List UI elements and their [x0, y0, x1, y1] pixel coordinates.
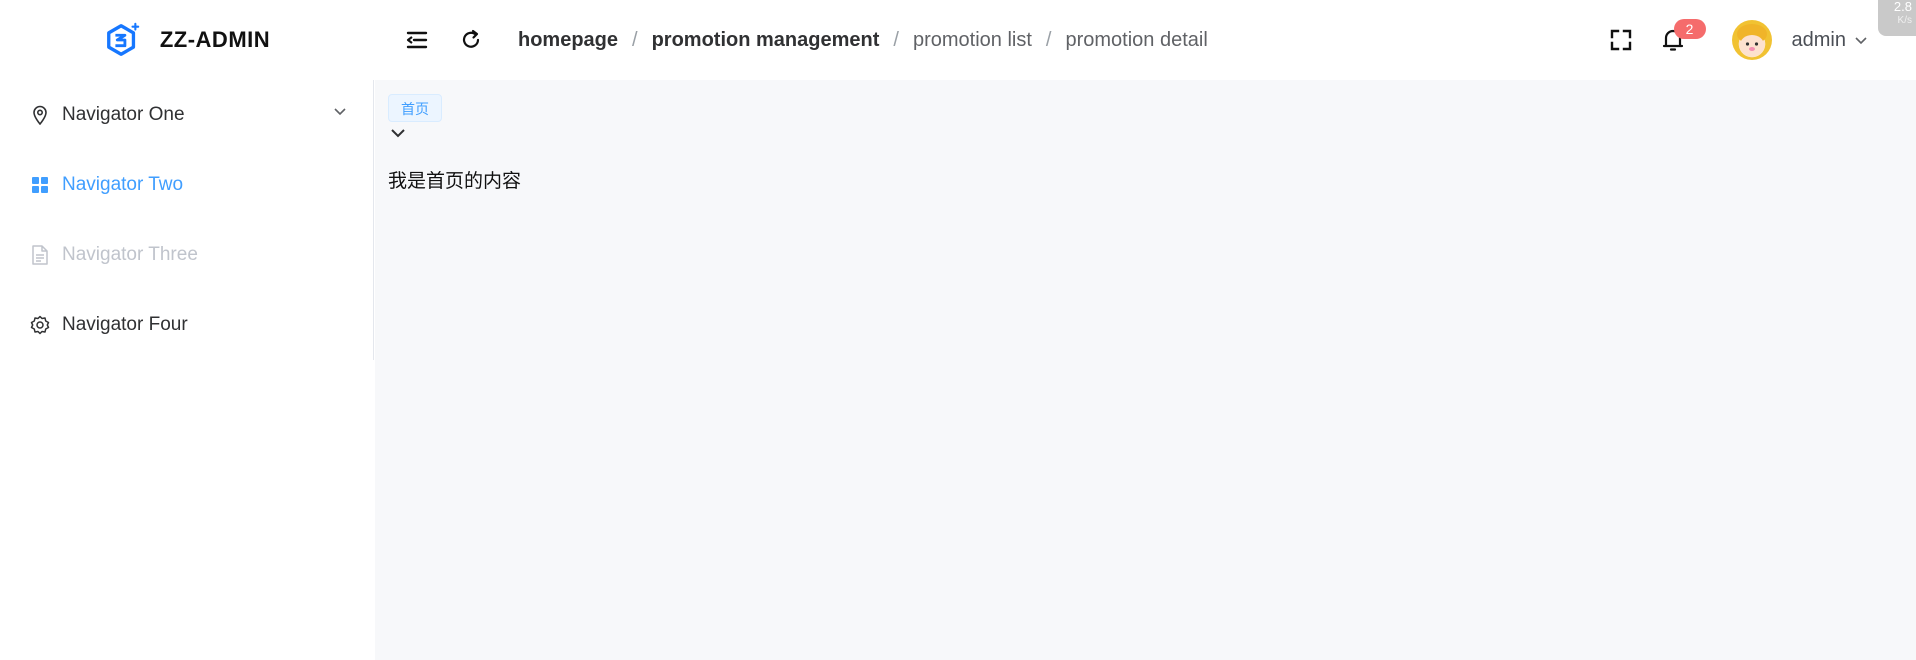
refresh-icon [462, 29, 480, 48]
sidebar-item-label: Navigator Two [62, 174, 184, 195]
fullscreen-icon [1610, 29, 1631, 51]
sidebar-item-label: Navigator Four [62, 314, 188, 335]
sidebar-item-navigator-three: Navigator Three [0, 220, 373, 290]
main-content: 首页 我是首页的内容 [375, 80, 1916, 660]
document-icon [30, 245, 50, 265]
speed-value: 2.8 [1893, 0, 1912, 14]
sidebar-item-navigator-one[interactable]: Navigator One [0, 80, 373, 150]
sidebar-item-label: Navigator Three [62, 244, 198, 265]
chevron-down-icon [334, 108, 346, 116]
location-icon [30, 105, 50, 125]
breadcrumb-item-promotion-detail: promotion detail [1065, 28, 1208, 51]
grid-icon [30, 175, 50, 195]
user-menu[interactable]: admin [1792, 29, 1868, 52]
gear-icon [30, 315, 50, 335]
page-content-text: 我是首页的内容 [388, 171, 522, 192]
breadcrumb: homepage / promotion management / promot… [518, 29, 1208, 52]
breadcrumb-separator: / [893, 28, 899, 51]
speed-unit: K/s [1897, 15, 1912, 26]
top-header: ZZ-ADMIN homepage / promotion management… [0, 0, 1916, 80]
menu-fold-icon [406, 31, 428, 49]
logo-icon [106, 22, 140, 56]
chevron-down-icon[interactable] [389, 126, 407, 140]
breadcrumb-item-promotion-list: promotion list [912, 28, 1032, 51]
avatar[interactable] [1731, 20, 1772, 60]
network-speed-widget: 2.8 K/s [1878, 0, 1916, 36]
breadcrumb-separator: / [632, 28, 638, 51]
collapse-menu-button[interactable] [402, 25, 432, 55]
breadcrumb-item-promotion-management[interactable]: promotion management [652, 29, 880, 52]
tab-homepage-tag[interactable]: 首页 [388, 94, 442, 122]
sidebar-item-label: Navigator One [62, 104, 185, 125]
sidebar-item-navigator-two[interactable]: Navigator Two [0, 150, 373, 220]
notification-badge: 2 [1673, 19, 1706, 39]
breadcrumb-item-homepage[interactable]: homepage [518, 29, 618, 52]
fullscreen-button[interactable] [1606, 25, 1636, 55]
breadcrumb-separator: / [1045, 28, 1052, 51]
chevron-down-icon [1855, 37, 1867, 45]
refresh-button[interactable] [456, 25, 486, 55]
user-name: admin [1791, 28, 1846, 51]
app-logo[interactable]: ZZ-ADMIN [0, 0, 374, 80]
sidebar-item-navigator-four[interactable]: Navigator Four [0, 290, 373, 360]
app-title: ZZ-ADMIN [159, 27, 271, 52]
notification-button[interactable]: 2 [1656, 19, 1706, 57]
avatar-image [1736, 24, 1767, 55]
sidebar-menu: Navigator One Navigator Two Navigator Th… [0, 80, 374, 360]
